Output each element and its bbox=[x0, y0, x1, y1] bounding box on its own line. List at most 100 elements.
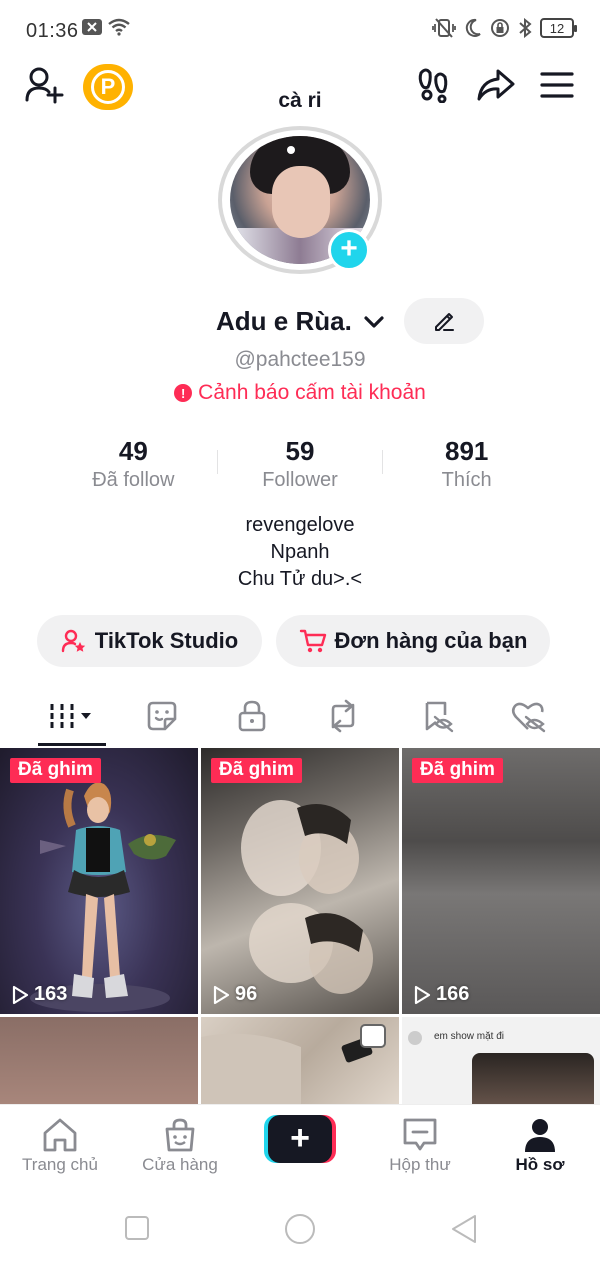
add-avatar-button[interactable]: + bbox=[328, 229, 370, 271]
lock-icon bbox=[238, 700, 266, 732]
nav-profile[interactable]: Hồ sơ bbox=[490, 1115, 590, 1175]
create-plus: + bbox=[290, 1119, 310, 1157]
play-count: 163 bbox=[10, 983, 67, 1006]
username: @pahctee159 bbox=[234, 348, 366, 371]
comment-photo bbox=[472, 1053, 594, 1108]
profile-tabs bbox=[0, 688, 600, 746]
recent-apps-icon[interactable] bbox=[124, 1215, 150, 1241]
pinned-badge: Đã ghim bbox=[211, 758, 302, 783]
video-thumbnail[interactable]: Đã ghim 96 bbox=[201, 748, 399, 1014]
bluetooth-icon bbox=[519, 18, 532, 38]
inbox-icon bbox=[403, 1118, 437, 1151]
nav-home-label: Trang chủ bbox=[22, 1155, 98, 1174]
bio: revengelove Npanh Chu Tử du>.< bbox=[0, 512, 600, 593]
nav-profile-label: Hồ sơ bbox=[515, 1155, 565, 1174]
heart-hidden-icon bbox=[511, 702, 546, 733]
tiktok-studio-button[interactable]: TikTok Studio bbox=[37, 615, 262, 667]
shopping-bag-icon bbox=[165, 1118, 195, 1152]
lock-rotation-icon bbox=[491, 19, 509, 37]
commenter-avatar bbox=[408, 1031, 422, 1045]
status-bar: 01:36 12 bbox=[0, 0, 600, 60]
tab-saved-hidden[interactable] bbox=[388, 688, 488, 744]
stat-value: 59 bbox=[285, 436, 315, 466]
warning-text: Cảnh báo cấm tài khoản bbox=[198, 381, 426, 404]
nav-inbox-label: Hộp thư bbox=[389, 1155, 451, 1174]
play-count: 166 bbox=[412, 983, 469, 1006]
status-time: 01:36 bbox=[26, 20, 79, 42]
video-thumbnail[interactable]: em show mặt đi bbox=[402, 1017, 600, 1108]
orders-button[interactable]: Đơn hàng của bạn bbox=[276, 615, 550, 667]
moon-icon bbox=[465, 18, 481, 37]
tab-favorites[interactable] bbox=[112, 688, 212, 744]
edit-profile-button[interactable] bbox=[404, 298, 484, 344]
sticker-icon bbox=[147, 701, 177, 731]
view-count: 163 bbox=[34, 983, 68, 1005]
home-icon bbox=[43, 1118, 77, 1152]
video-thumbnail[interactable] bbox=[201, 1017, 399, 1108]
create-button[interactable]: + bbox=[264, 1115, 336, 1163]
nav-shop[interactable]: Cửa hàng bbox=[130, 1115, 230, 1175]
divider bbox=[216, 450, 218, 474]
name-row: Adu e Rùa. bbox=[0, 298, 600, 344]
video-thumbnail[interactable]: Đã ghim 166 bbox=[402, 748, 600, 1014]
profile-icon bbox=[525, 1119, 555, 1152]
repost-icon bbox=[331, 699, 355, 733]
stat-following[interactable]: 49 Đã follow bbox=[50, 436, 217, 496]
warning-icon: ! bbox=[174, 384, 193, 402]
wifi-icon bbox=[108, 18, 130, 36]
bed-photo-image bbox=[201, 1024, 386, 1108]
stat-followers[interactable]: 59 Follower bbox=[216, 436, 384, 496]
status-right-icons: 12 bbox=[432, 18, 577, 38]
vibrate-off-icon bbox=[432, 18, 456, 38]
nav-inbox[interactable]: Hộp thư bbox=[370, 1115, 470, 1175]
avatar-dot bbox=[287, 146, 295, 154]
display-name[interactable]: Adu e Rùa. bbox=[216, 306, 352, 337]
cart-icon bbox=[299, 629, 326, 653]
video-thumbnail[interactable]: Đã ghim 163 bbox=[0, 748, 198, 1014]
stat-value: 49 bbox=[118, 436, 148, 466]
bio-line: Npanh bbox=[270, 541, 330, 563]
video-thumbnail[interactable] bbox=[0, 1017, 198, 1108]
play-icon bbox=[12, 985, 29, 1004]
pinned-badge: Đã ghim bbox=[10, 758, 101, 783]
pinned-badge: Đã ghim bbox=[412, 758, 503, 783]
active-tab-indicator bbox=[38, 743, 106, 746]
bio-line: revengelove bbox=[245, 514, 355, 536]
grid-icon bbox=[50, 704, 91, 728]
bottom-nav: Trang chủ Cửa hàng + Hộp thư Hồ sơ bbox=[0, 1104, 600, 1192]
play-icon bbox=[414, 985, 431, 1004]
pencil-icon bbox=[435, 313, 454, 331]
stat-label: Thích bbox=[441, 469, 492, 491]
nav-home[interactable]: Trang chủ bbox=[10, 1115, 110, 1175]
tab-reposts[interactable] bbox=[293, 688, 393, 744]
game-character-image bbox=[30, 782, 176, 1012]
tiktok-studio-label: TikTok Studio bbox=[94, 628, 239, 653]
tab-private[interactable] bbox=[202, 688, 302, 744]
play-icon bbox=[213, 985, 230, 1004]
orders-label: Đơn hàng của bạn bbox=[334, 628, 528, 653]
profile-stats: 49 Đã follow 59 Follower 891 Thích bbox=[50, 436, 550, 496]
couple-photo-image bbox=[241, 800, 373, 994]
nav-shop-label: Cửa hàng bbox=[142, 1155, 218, 1174]
tab-videos[interactable] bbox=[22, 688, 122, 744]
profile-nickname: cà ri bbox=[278, 89, 322, 112]
home-circle-icon[interactable] bbox=[284, 1213, 316, 1245]
stat-likes[interactable]: 891 Thích bbox=[383, 436, 550, 496]
bookmark-hidden-icon bbox=[425, 701, 454, 733]
bio-line: Chu Tử du>.< bbox=[237, 568, 363, 590]
stat-label: Follower bbox=[262, 469, 338, 491]
video-grid: Đã ghim 163 Đã ghim 96 Đã ghim 166 em sh… bbox=[0, 748, 600, 1108]
battery-indicator: 12 bbox=[540, 18, 577, 38]
chevron-down-icon[interactable] bbox=[362, 310, 386, 334]
back-icon[interactable] bbox=[450, 1213, 478, 1245]
status-left-icons bbox=[82, 18, 130, 36]
account-warning[interactable]: ! Cảnh báo cấm tài khoản bbox=[0, 381, 600, 405]
system-navigation bbox=[0, 1192, 600, 1267]
stat-label: Đã follow bbox=[92, 469, 175, 491]
stat-value: 891 bbox=[444, 436, 489, 466]
user-star-icon bbox=[61, 629, 85, 653]
comment-text: em show mặt đi bbox=[434, 1031, 505, 1042]
notification-close-icon bbox=[82, 19, 102, 35]
view-count: 96 bbox=[235, 983, 258, 1005]
tab-liked-hidden[interactable] bbox=[478, 688, 578, 744]
